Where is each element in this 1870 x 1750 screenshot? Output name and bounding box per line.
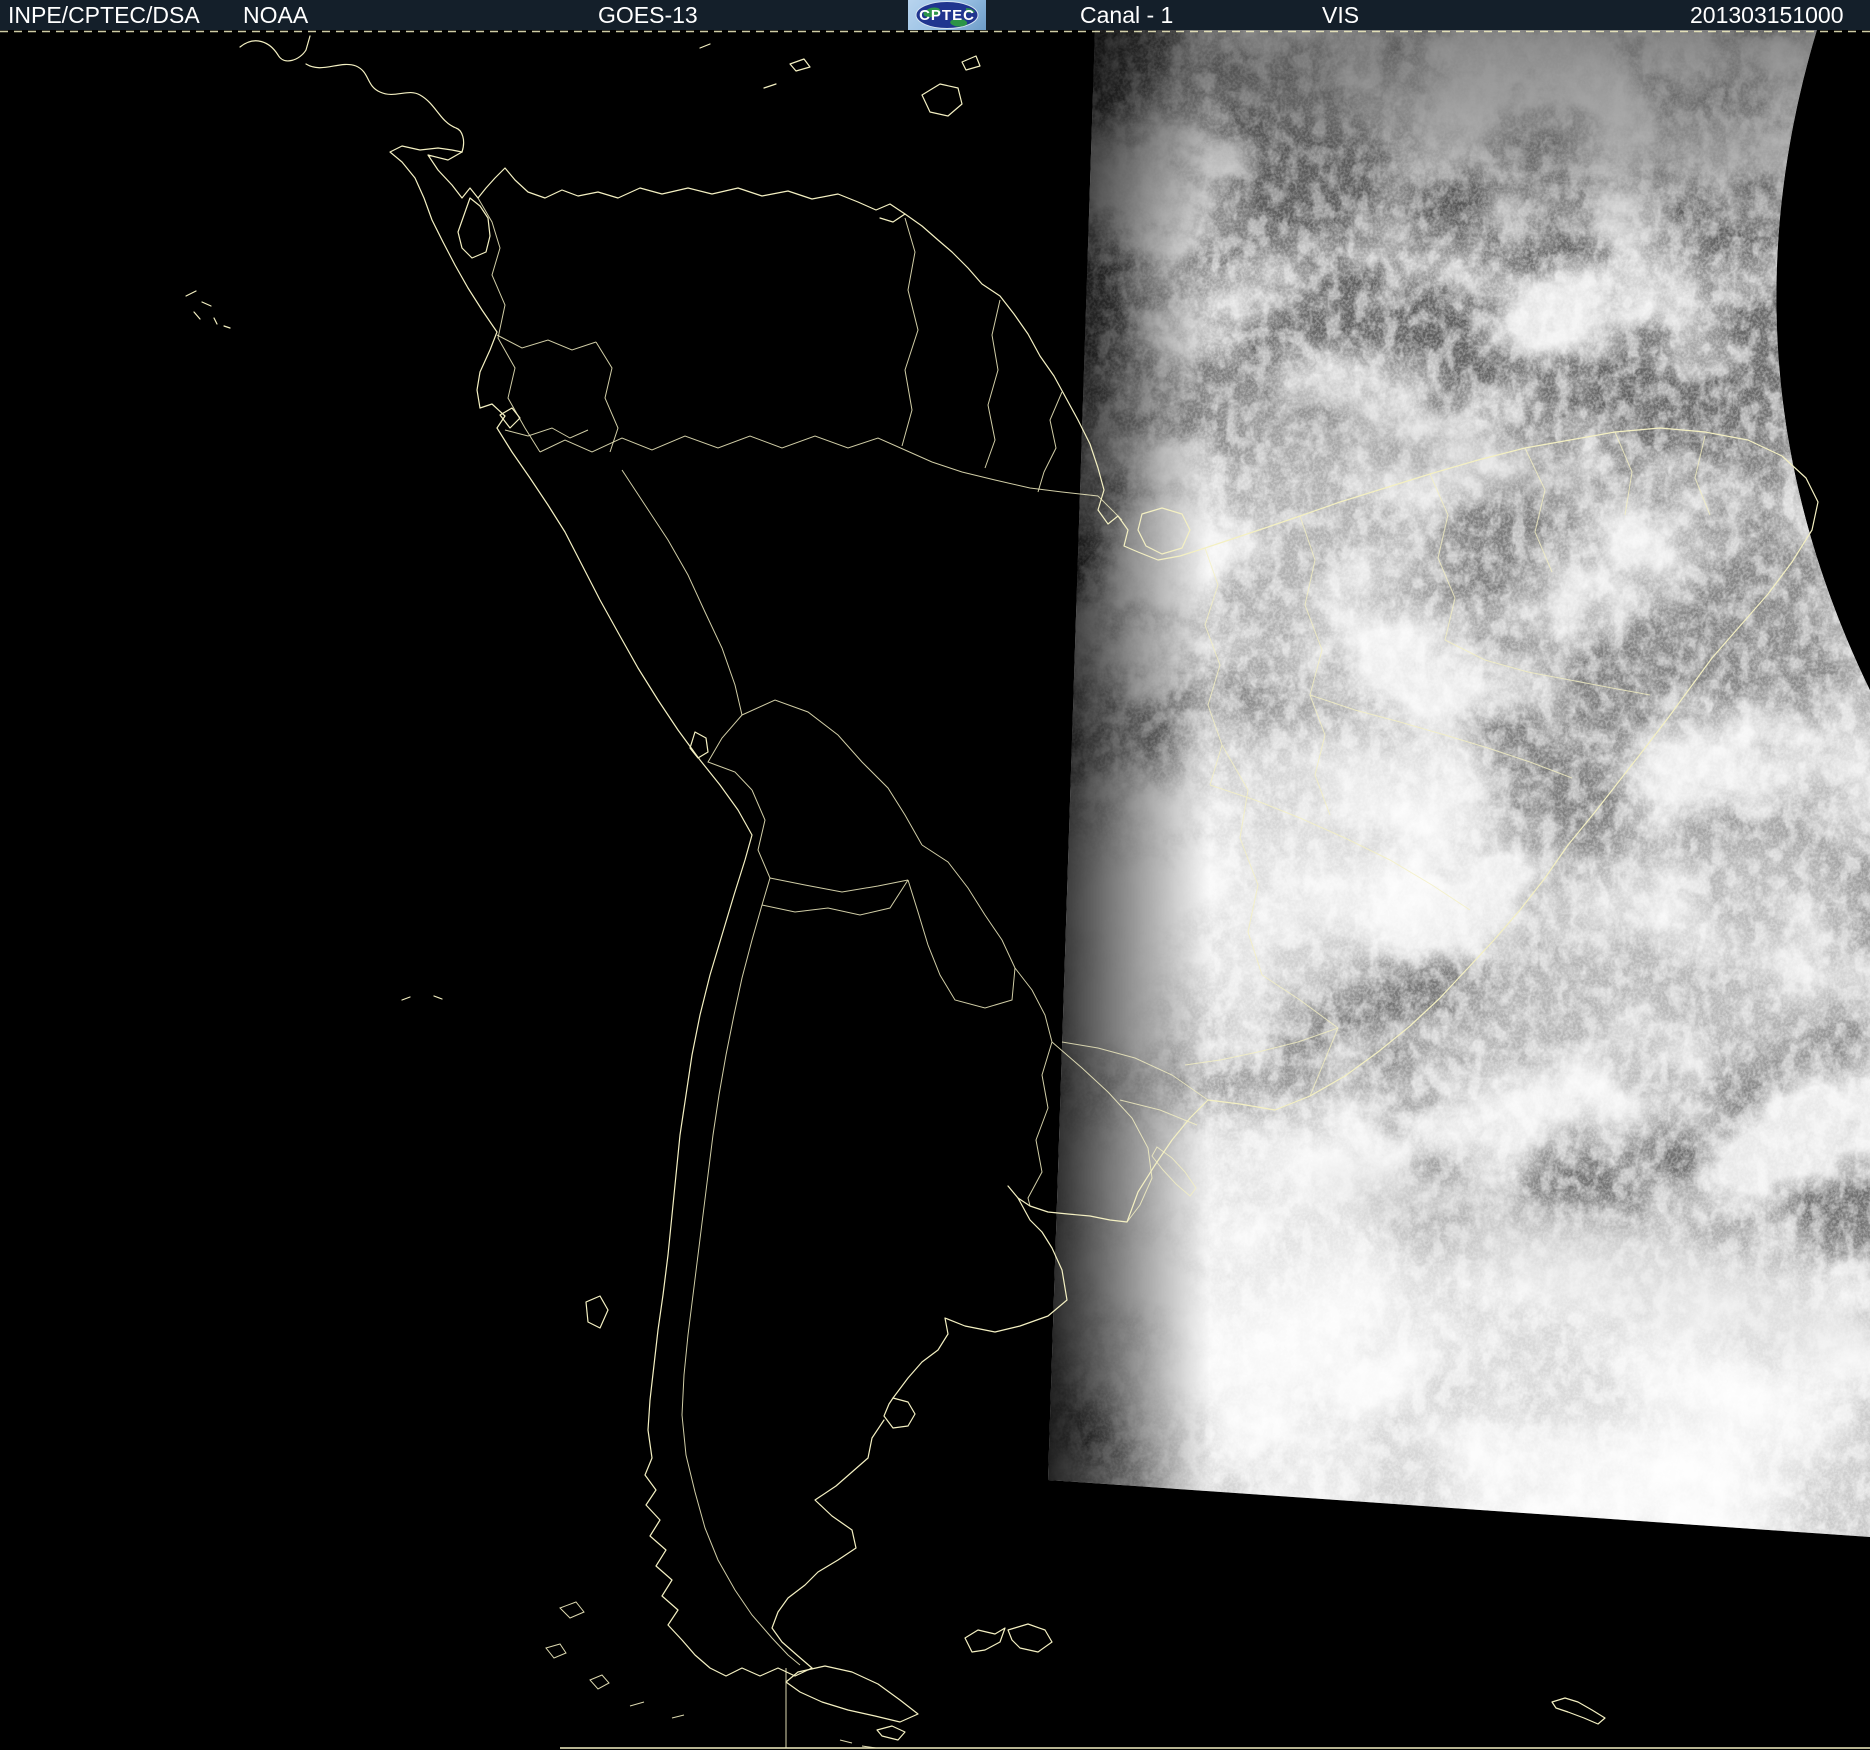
satellite-image-viewport: INPE/CPTEC/DSA NOAA GOES-13 CPTEC Canal … xyxy=(0,0,1870,1750)
satellite-name-label: GOES-13 xyxy=(598,2,698,28)
cptec-logo-globe: CPTEC xyxy=(915,1,979,29)
band-label: VIS xyxy=(1322,2,1360,28)
timestamp-label: 201303151000 xyxy=(1690,2,1844,28)
institution-label: INPE/CPTEC/DSA xyxy=(8,2,200,28)
agency-label: NOAA xyxy=(243,2,309,28)
header-bar: INPE/CPTEC/DSA NOAA GOES-13 CPTEC Canal … xyxy=(0,0,1870,30)
satellite-map-scene xyxy=(0,0,1870,1750)
channel-label: Canal - 1 xyxy=(1080,2,1174,28)
cptec-logo: CPTEC xyxy=(908,0,986,30)
cptec-logo-text: CPTEC xyxy=(919,7,975,24)
